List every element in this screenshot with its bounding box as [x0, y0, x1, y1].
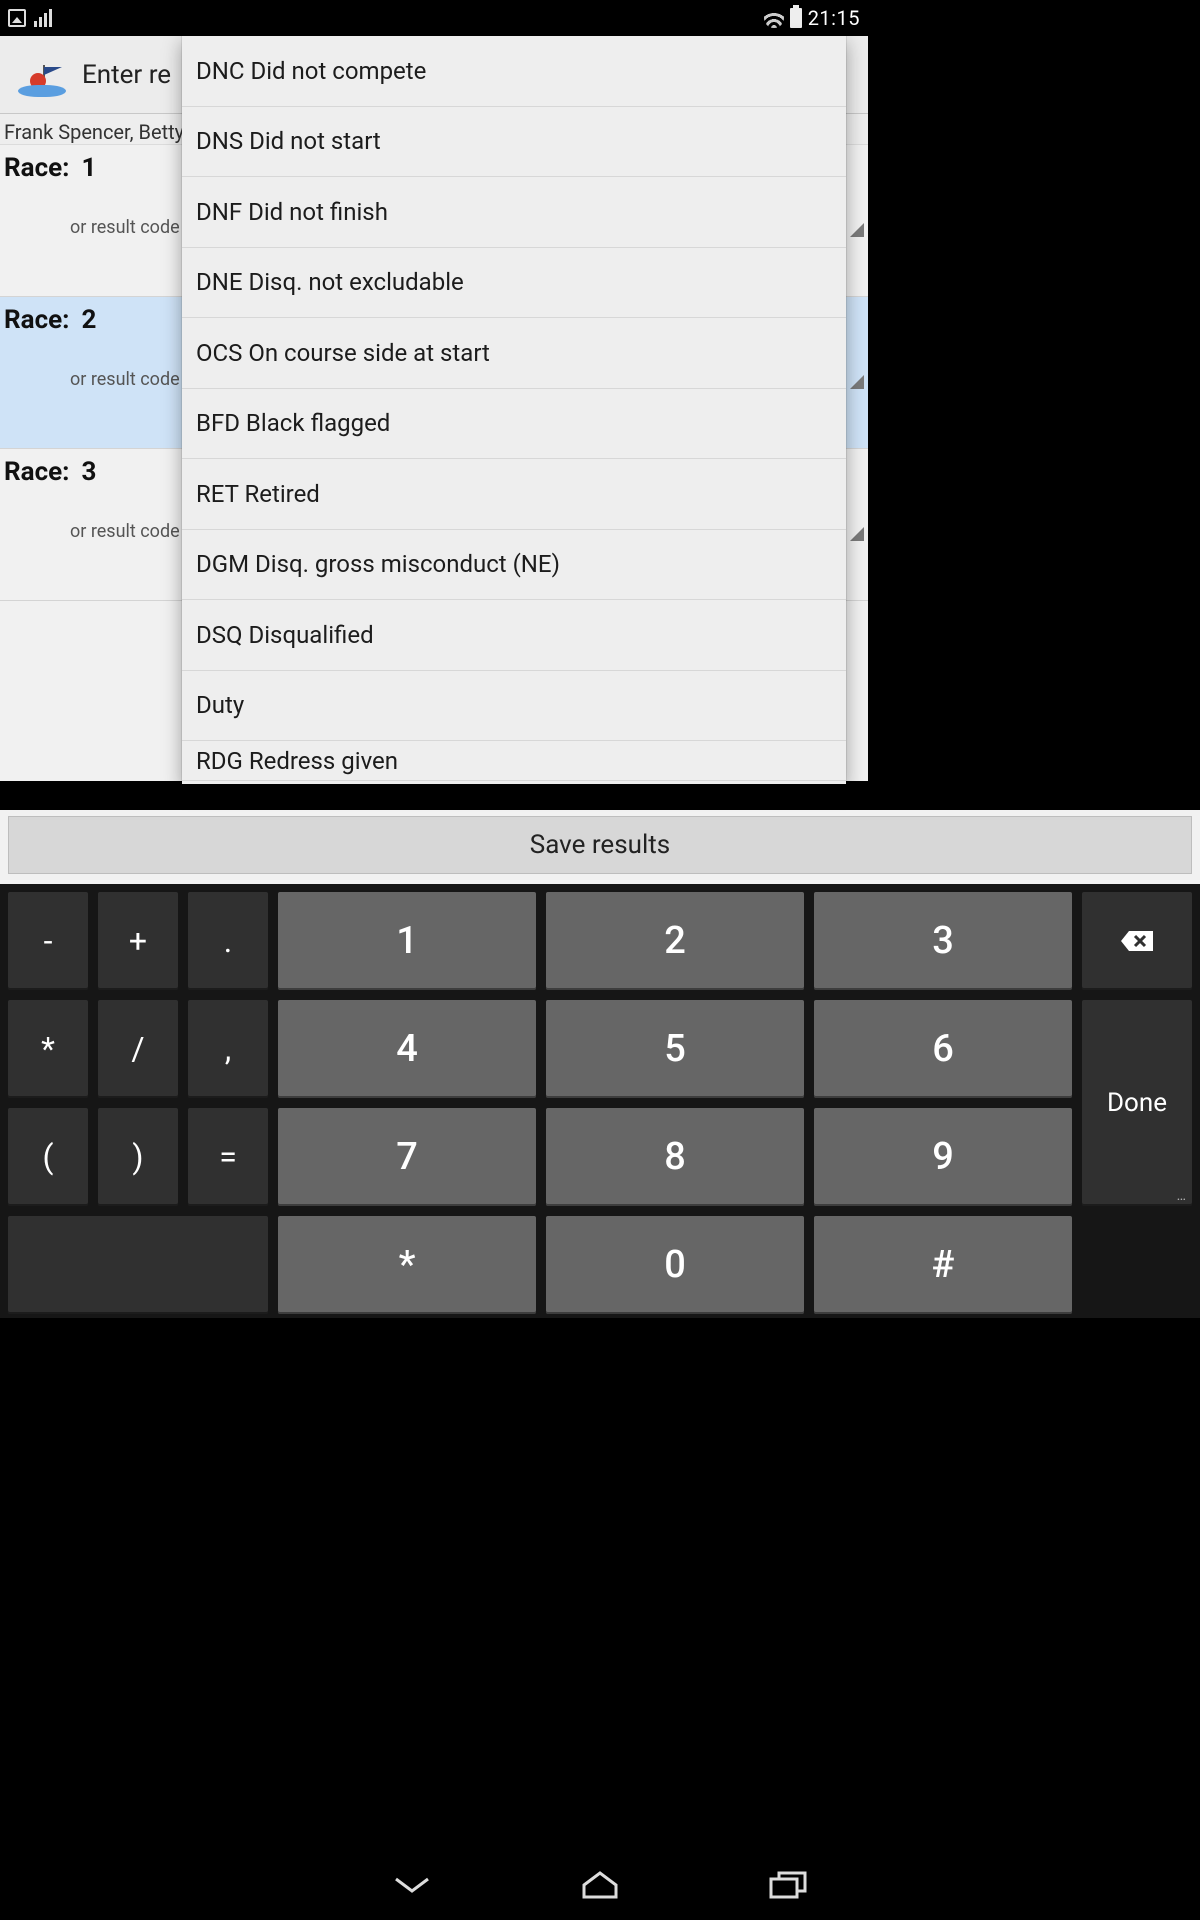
result-code-option[interactable]: Duty — [182, 671, 846, 742]
key-done[interactable]: Done — [1082, 1000, 1192, 1206]
key-minus[interactable]: - — [8, 892, 88, 990]
key-star[interactable]: * — [278, 1216, 536, 1314]
battery-icon — [790, 8, 802, 28]
result-code-dropdown[interactable]: DNC Did not competeDNS Did not startDNF … — [182, 36, 846, 784]
race-label: Race: — [4, 153, 69, 183]
result-code-option[interactable]: RDG Redress given — [182, 741, 846, 781]
key-8[interactable]: 8 — [546, 1108, 804, 1206]
race-number: 3 — [81, 457, 96, 487]
key-5[interactable]: 5 — [546, 1000, 804, 1098]
key-comma[interactable]: , — [188, 1000, 268, 1098]
nav-back-button[interactable] — [388, 1869, 436, 1901]
key-space[interactable] — [8, 1216, 268, 1314]
or-result-code-label: or result code — [70, 217, 180, 238]
spinner-icon[interactable] — [850, 223, 864, 237]
nav-recent-button[interactable] — [764, 1869, 812, 1901]
key-1[interactable]: 1 — [278, 892, 536, 990]
signal-icon — [34, 9, 52, 27]
key-slash[interactable]: / — [98, 1000, 178, 1098]
status-clock: 21:15 — [808, 6, 860, 30]
key-hash[interactable]: # — [814, 1216, 1072, 1314]
image-icon — [8, 9, 26, 27]
result-code-option[interactable]: DNF Did not finish — [182, 177, 846, 248]
result-code-option[interactable]: DGM Disq. gross misconduct (NE) — [182, 530, 846, 601]
key-7[interactable]: 7 — [278, 1108, 536, 1206]
key-lparen[interactable]: ( — [8, 1108, 88, 1206]
key-4[interactable]: 4 — [278, 1000, 536, 1098]
key-6[interactable]: 6 — [814, 1000, 1072, 1098]
key-9[interactable]: 9 — [814, 1108, 1072, 1206]
backspace-icon — [1119, 929, 1155, 953]
key-dot[interactable]: . — [188, 892, 268, 990]
app-title: Enter re — [82, 60, 171, 90]
numeric-keypad: - + . 1 2 3 * / , 4 5 6 Done ( ) = 7 8 9… — [0, 884, 1200, 1318]
save-results-button[interactable]: Save results — [8, 816, 1192, 874]
result-code-option[interactable]: BFD Black flagged — [182, 389, 846, 460]
key-equals[interactable]: = — [188, 1108, 268, 1206]
or-result-code-label: or result code — [70, 369, 180, 390]
key-0[interactable]: 0 — [546, 1216, 804, 1314]
or-result-code-label: or result code — [70, 521, 180, 542]
spinner-icon[interactable] — [850, 375, 864, 389]
save-row: Save results — [0, 810, 1200, 884]
wifi-icon — [764, 8, 784, 28]
result-code-option[interactable]: OCS On course side at start — [182, 318, 846, 389]
result-code-option[interactable]: DNS Did not start — [182, 107, 846, 178]
race-label: Race: — [4, 457, 69, 487]
result-code-option[interactable]: RET Retired — [182, 459, 846, 530]
race-number: 2 — [81, 305, 96, 335]
result-code-option[interactable]: DSQ Disqualified — [182, 600, 846, 671]
result-code-option[interactable]: DNC Did not compete — [182, 36, 846, 107]
system-nav-bar — [0, 1850, 1200, 1920]
race-label: Race: — [4, 305, 69, 335]
race-number: 1 — [81, 153, 96, 183]
spinner-icon[interactable] — [850, 527, 864, 541]
result-code-option[interactable]: DNE Disq. not excludable — [182, 248, 846, 319]
app-icon — [14, 47, 70, 103]
key-backspace[interactable] — [1082, 892, 1192, 990]
key-3[interactable]: 3 — [814, 892, 1072, 990]
key-asterisk[interactable]: * — [8, 1000, 88, 1098]
key-rparen[interactable]: ) — [98, 1108, 178, 1206]
key-2[interactable]: 2 — [546, 892, 804, 990]
status-bar: 21:15 — [0, 0, 868, 36]
nav-home-button[interactable] — [576, 1869, 624, 1901]
key-plus[interactable]: + — [98, 892, 178, 990]
